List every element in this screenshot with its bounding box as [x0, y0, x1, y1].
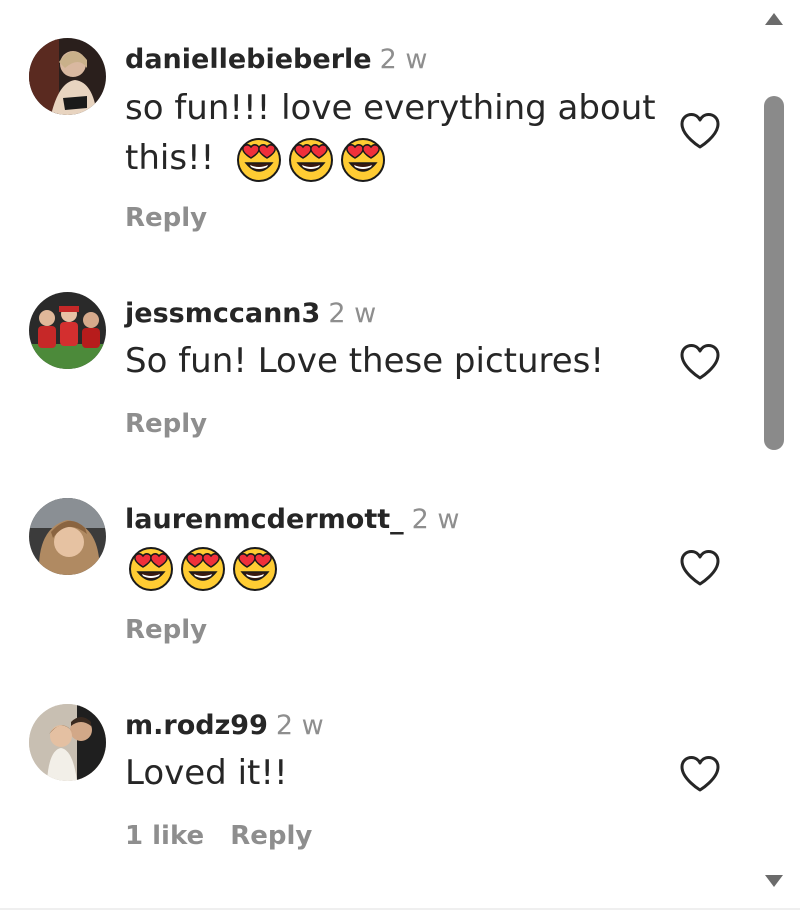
heart-eyes-emoji [129, 546, 173, 591]
heart-eyes-emoji [341, 137, 386, 182]
avatar[interactable] [29, 498, 106, 575]
comment-meta: Reply [125, 408, 207, 440]
avatar[interactable] [29, 292, 106, 369]
comment-text-line: so fun!!! love everything about [125, 88, 656, 128]
comment-text: Loved it!! [125, 748, 665, 798]
heart-outline-icon[interactable] [678, 548, 722, 588]
comment-text [127, 542, 667, 593]
username[interactable]: daniellebieberle [125, 44, 372, 75]
username[interactable]: jessmccann3 [125, 298, 320, 329]
username[interactable]: laurenmcdermott_ [125, 504, 404, 535]
comment-meta: Reply [125, 614, 207, 646]
comment-meta: Reply [125, 202, 207, 234]
heart-outline-icon[interactable] [678, 754, 722, 794]
timestamp[interactable]: 2 w [412, 504, 460, 535]
emoji-group [127, 545, 279, 593]
heart-eyes-emoji [181, 546, 225, 591]
comment-text-line: So fun! Love these pictures! [125, 341, 605, 381]
comment-text: So fun! Love these pictures! [125, 336, 665, 386]
comment-text-fragment: this!! [125, 138, 215, 178]
avatar[interactable] [29, 38, 106, 115]
vertical-scrollbar[interactable] [758, 0, 790, 908]
timestamp[interactable]: 2 w [276, 710, 324, 741]
heart-eyes-emoji [289, 137, 334, 182]
likes-count[interactable]: 1 like [125, 821, 204, 851]
comment-header: jessmccann3 2 w [125, 297, 376, 331]
comment-header: laurenmcdermott_ 2 w [125, 503, 459, 537]
avatar[interactable] [29, 704, 106, 781]
triangle-up-icon[interactable] [762, 8, 786, 30]
scrollbar-thumb[interactable] [764, 96, 784, 450]
timestamp[interactable]: 2 w [328, 298, 376, 329]
reply-button[interactable]: Reply [125, 409, 207, 439]
emoji-group [235, 136, 387, 184]
comments-panel: daniellebieberle 2 w so fun!!! love every… [0, 0, 800, 922]
comment-text-line: Loved it!! [125, 753, 288, 793]
timestamp[interactable]: 2 w [380, 44, 428, 75]
heart-outline-icon[interactable] [678, 342, 722, 382]
comment-header: daniellebieberle 2 w [125, 43, 427, 77]
comment-text: so fun!!! love everything about this!! [125, 83, 665, 184]
reply-button[interactable]: Reply [230, 821, 312, 851]
reply-button[interactable]: Reply [125, 203, 207, 233]
username[interactable]: m.rodz99 [125, 710, 268, 741]
divider [0, 908, 800, 910]
heart-outline-icon[interactable] [678, 111, 722, 151]
comment-header: m.rodz99 2 w [125, 709, 324, 743]
triangle-down-icon[interactable] [762, 870, 786, 892]
heart-eyes-emoji [233, 546, 277, 591]
heart-eyes-emoji [237, 137, 282, 182]
comment-meta: 1 like Reply [125, 820, 312, 852]
comment-text-line: this!! [125, 133, 665, 184]
reply-button[interactable]: Reply [125, 615, 207, 645]
